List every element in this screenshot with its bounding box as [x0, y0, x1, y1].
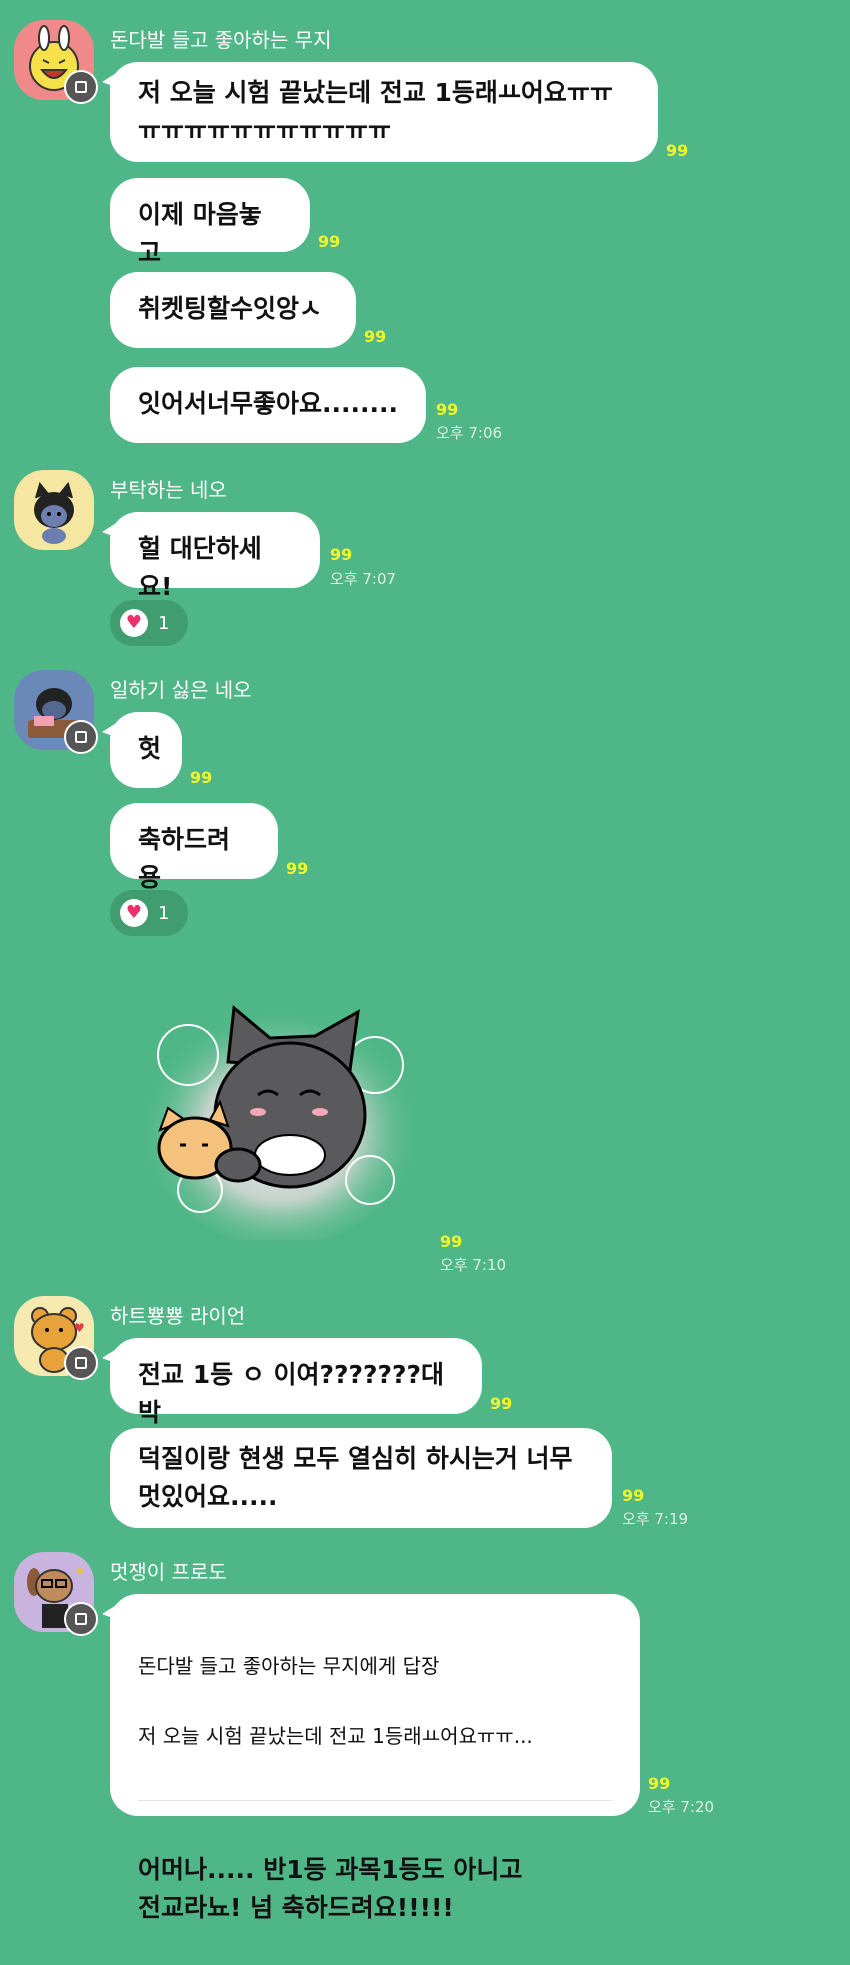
read-count: 99 [440, 1232, 463, 1251]
message-bubble[interactable]: 저 오늘 시험 끝났는데 전교 1등래ㅛ어요ㅠㅠ ㅠㅠㅠㅠㅠㅠㅠㅠㅠㅠㅠ [102, 62, 658, 162]
read-count: 99 [648, 1774, 671, 1793]
sender-name: 멋쟁이 프로도 [110, 1560, 227, 1584]
svg-text:♥: ♥ [74, 1321, 85, 1335]
avatar-muzi[interactable] [14, 20, 98, 104]
sender-name: 일하기 싫은 네오 [110, 678, 252, 702]
avatar-ryan[interactable]: ♥ [14, 1296, 98, 1380]
reaction-count: 1 [158, 902, 170, 924]
read-count: 99 [490, 1394, 513, 1413]
heart-icon: ♥ [120, 899, 148, 927]
message-bubble[interactable]: 헛 [102, 712, 182, 788]
message-time: 오후 7:07 [330, 570, 397, 588]
message-bubble[interactable]: 덕질이랑 현생 모두 열심히 하시는거 너무 멋있어요..... [110, 1428, 612, 1528]
sender-name: 하트뿅뿅 라이언 [110, 1304, 246, 1328]
reaction-chip[interactable]: ♥ 1 [110, 600, 188, 646]
read-count: 99 [622, 1486, 645, 1505]
message-bubble[interactable]: 취켓팅할수잇앙ㅅ [110, 272, 356, 348]
message-bubble[interactable]: 전교 1등 ㅇ 이여???????대박 [102, 1338, 482, 1427]
message-bubble[interactable]: 헐 대단하세요! [102, 512, 320, 601]
message-text: 어머나..... 반1등 과목1등도 아니고 전교라뇨! 넘 축하드려요!!!!… [138, 1855, 523, 1922]
message-time: 오후 7:20 [648, 1798, 715, 1816]
heart-icon: ♥ [120, 609, 148, 637]
read-count: 99 [190, 768, 213, 787]
mention-badge-icon [64, 70, 98, 104]
reaction-count: 1 [158, 612, 170, 634]
cat-hugging-kitten-icon [140, 995, 420, 1245]
reply-target[interactable]: 돈다발 들고 좋아하는 무지에게 답장 [138, 1650, 612, 1682]
read-count: 99 [330, 545, 353, 564]
mention-badge-icon [64, 1346, 98, 1380]
message-time: 오후 7:19 [622, 1510, 689, 1528]
message-bubble[interactable]: 이제 마음놓고 [110, 178, 310, 267]
message-time: 오후 7:10 [440, 1256, 507, 1274]
neo-character-icon [34, 481, 74, 544]
read-count: 99 [666, 141, 689, 160]
avatar-frodo[interactable]: ✦ [14, 1552, 98, 1636]
avatar-neo[interactable] [14, 470, 94, 550]
reply-quote[interactable]: 저 오늘 시험 끝났는데 전교 1등래ㅛ어요ㅠㅠ... [138, 1720, 612, 1752]
avatar-neo-working[interactable] [14, 670, 98, 754]
message-bubble[interactable]: 축하드려용 [110, 803, 278, 892]
mention-badge-icon [64, 1602, 98, 1636]
reaction-chip[interactable]: ♥ 1 [110, 890, 188, 936]
sender-name: 돈다발 들고 좋아하는 무지 [110, 28, 332, 52]
message-bubble[interactable]: 잇어서너무좋아요........ [110, 367, 426, 443]
read-count: 99 [286, 859, 309, 878]
reply-divider [138, 1800, 612, 1801]
read-count: 99 [318, 232, 341, 251]
sender-name: 부탁하는 네오 [110, 478, 227, 502]
message-time: 오후 7:06 [436, 424, 503, 442]
mention-badge-icon [64, 720, 98, 754]
read-count: 99 [364, 327, 387, 346]
svg-text:✦: ✦ [74, 1564, 86, 1580]
read-count: 99 [436, 400, 459, 419]
sticker-emoticon[interactable] [140, 980, 420, 1245]
reply-message-bubble[interactable]: 돈다발 들고 좋아하는 무지에게 답장 저 오늘 시험 끝났는데 전교 1등래ㅛ… [102, 1594, 640, 1922]
